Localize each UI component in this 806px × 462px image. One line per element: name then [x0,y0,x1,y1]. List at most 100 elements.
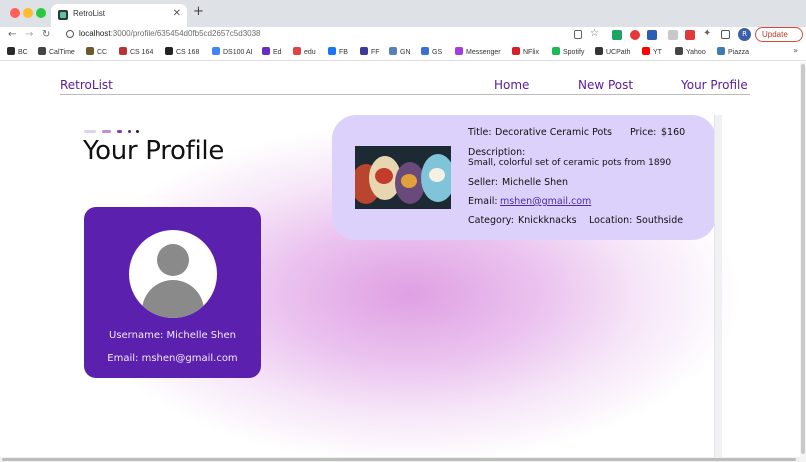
reload-icon[interactable]: ↻ [42,28,50,42]
site-logo[interactable]: RetroList [60,78,113,92]
bookmark-yahoo[interactable]: Yahoo [675,47,706,56]
window-minimize-button[interactable] [23,8,33,18]
pot-shape [375,168,393,184]
nav-link-home[interactable]: Home [494,78,529,92]
bookmark-bc[interactable]: BC [7,47,28,56]
profile-username: Username: Michelle Shen [109,330,236,341]
bookmark-messenger[interactable]: Messenger [455,47,501,56]
spotify-icon [552,47,560,55]
browser-profile-avatar[interactable]: R [738,28,751,41]
post-email-link[interactable]: mshen@gmail.com [500,196,591,207]
site-info-icon[interactable] [66,30,74,38]
side-panel-icon[interactable] [721,30,730,39]
bookmark-star-icon[interactable]: ☆ [590,27,599,41]
profile-email: Email: mshen@gmail.com [107,353,238,364]
tab-close-icon[interactable]: ✕ [173,8,181,19]
decorative-dot [136,130,139,133]
bookmark-spotify[interactable]: Spotify [552,47,584,56]
address-bar[interactable]: localhost:3000/profile/635454d0fb5cd2657… [60,28,600,42]
window-zoom-button[interactable] [36,8,46,18]
vertical-scrollbar-thumb[interactable] [801,64,805,454]
bookmark-label: Messenger [466,49,501,56]
google-icon [212,47,220,55]
bookmark-gs[interactable]: GS [421,47,442,56]
bookmark-label: edu [304,49,316,56]
bookmark-label: CC [97,49,108,56]
nav-link-your-profile[interactable]: Your Profile [681,78,748,92]
window-close-button[interactable] [10,8,20,18]
extensions-puzzle-icon[interactable]: ✦ [703,27,711,41]
news-extension-icon[interactable] [647,30,657,40]
gs-icon [421,47,429,55]
page-title: Your Profile [83,136,225,166]
bookmark-caltime[interactable]: CalTime [38,47,75,56]
bookmark-ff[interactable]: FF [360,47,380,56]
bookmark-label: Spotify [563,49,585,56]
vertical-scrollbar[interactable] [800,62,806,462]
post-email-label: Email: [468,196,498,207]
bookmark-ed[interactable]: Ed [262,47,282,56]
ff-icon [360,47,368,55]
cs168-icon [165,47,173,55]
post-category-value: Knickknacks [518,215,577,226]
bookmark-ds100-ai[interactable]: DS100 AI [212,47,253,56]
back-arrow-icon[interactable]: ← [8,28,16,42]
drive-extension-icon[interactable] [612,30,622,40]
bookmark-piazza[interactable]: Piazza [717,47,749,56]
browser-tab-bar: RetroList ✕ + [0,0,806,27]
share-icon[interactable] [574,30,582,39]
post-card[interactable]: Title: Decorative Ceramic Pots Price: $1… [332,115,716,240]
bookmark-cc[interactable]: CC [86,47,107,56]
bookmark-label: NFlix [523,49,539,56]
bookmark-fb[interactable]: FB [328,47,348,56]
bookmark-label: DS100 AI [223,49,253,56]
piazza-icon [717,47,725,55]
decorative-dot [84,130,96,133]
forward-arrow-icon[interactable]: → [25,28,33,42]
bookmark-cs-168[interactable]: CS 168 [165,47,199,56]
post-price-label: Price: [630,127,657,138]
bookmarks-more-icon[interactable]: » [793,46,798,55]
bookmarks-bar: » BC CalTime CC CS 164 CS 168 DS100 AI Ed edu FB… [0,44,806,61]
horizontal-scrollbar[interactable] [0,457,800,462]
gn-icon [389,47,397,55]
ed-icon [262,47,270,55]
post-seller-label: Seller: [468,177,498,188]
avatar-body [142,280,204,318]
post-title-value: Decorative Ceramic Pots [495,127,612,138]
netflix-icon [512,47,520,55]
bookmark-label: CS 164 [130,49,154,56]
bookmark-ucpath[interactable]: UCPath [595,47,631,56]
bookmark-gn[interactable]: GN [389,47,411,56]
grey-extension-icon[interactable] [668,30,678,40]
user-avatar-icon [129,230,217,318]
ucpath-icon [595,47,603,55]
update-button[interactable]: Update [755,27,803,42]
post-description-label: Description: [468,147,526,158]
bookmark-label: BC [18,49,28,56]
url-text[interactable]: localhost:3000/profile/635454d0fb5cd2657… [79,29,261,38]
bookmark-nflix[interactable]: NFlix [512,47,539,56]
bookmark-yt[interactable]: YT [642,47,662,56]
tp-extension-icon[interactable] [685,30,695,40]
browser-tab[interactable]: RetroList ✕ [51,4,187,27]
post-title-label: Title: [468,127,492,138]
horizontal-scrollbar-thumb[interactable] [2,458,796,461]
nav-link-new-post[interactable]: New Post [578,78,633,92]
new-tab-button[interactable]: + [193,5,204,19]
profile-card: Username: Michelle Shen Email: mshen@gma… [84,207,261,378]
youtube-icon [642,47,650,55]
site-navbar: RetroList Home New Post Your Profile [60,78,750,95]
pot-shape [429,168,445,182]
page-viewport: RetroList Home New Post Your Profile You… [0,62,806,462]
bookmark-label: UCPath [606,49,631,56]
post-image [355,146,451,209]
bookmark-label: FB [339,49,348,56]
bookmark-edu[interactable]: edu [293,47,316,56]
adblock-extension-icon[interactable] [630,30,640,40]
cs164-icon [119,47,127,55]
pot-shape [401,174,417,188]
tab-title: RetroList [73,9,106,18]
post-location-value: Southside [636,215,684,226]
bookmark-cs-164[interactable]: CS 164 [119,47,153,56]
